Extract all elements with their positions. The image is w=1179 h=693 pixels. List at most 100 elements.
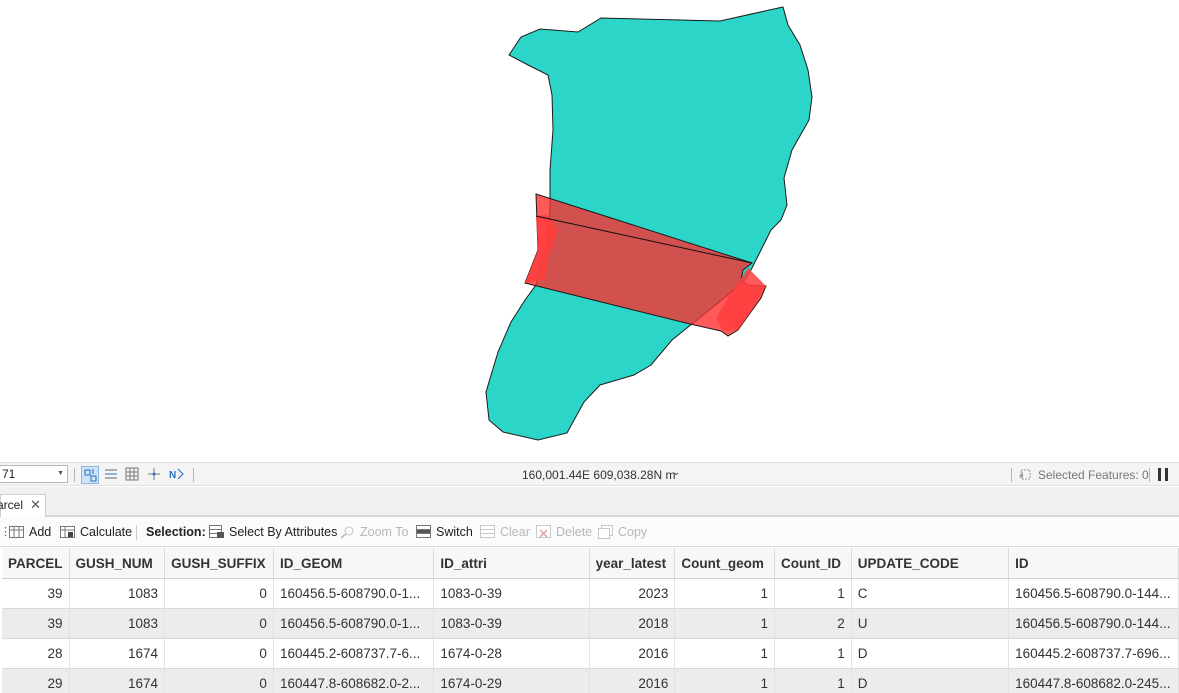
cell-id-geom[interactable]: 160456.5-608790.0-1... [273, 608, 435, 639]
calculate-field-button[interactable]: Calculate [60, 524, 132, 540]
column-header-count-geom[interactable]: Count_geom [674, 548, 776, 579]
cell-update-code[interactable]: C [851, 578, 1010, 609]
coordinates-readout: 160,001.44E 609,038.28N m [522, 468, 676, 482]
clear-selection-button[interactable]: Clear [480, 524, 530, 540]
cell-id[interactable]: 160456.5-608790.0-144... [1008, 608, 1179, 639]
zoom-to-button[interactable]: Zoom To [340, 524, 408, 540]
tab-label: arcel [0, 498, 24, 512]
table-row[interactable]: 39 1083 0 160456.5-608790.0-1... 1083-0-… [2, 578, 1179, 609]
cell-count-id[interactable]: 1 [774, 668, 852, 693]
scale-combobox[interactable]: 71 ▼ [0, 465, 68, 483]
zoom-to-label: Zoom To [360, 525, 409, 539]
cell-year-latest[interactable]: 2023 [589, 578, 676, 609]
selected-features-icon[interactable] [1017, 466, 1035, 484]
cell-parcel[interactable]: 39 [2, 578, 70, 609]
separator [1149, 468, 1150, 482]
cell-year-latest[interactable]: 2018 [589, 608, 676, 639]
cell-gush-num[interactable]: 1083 [69, 608, 166, 639]
cell-count-id[interactable]: 2 [774, 608, 852, 639]
cell-parcel[interactable]: 28 [2, 638, 70, 669]
select-by-attributes-icon [209, 525, 225, 539]
cell-count-geom[interactable]: 1 [674, 578, 776, 609]
attribute-grid: PARCEL GUSH_NUM GUSH_SUFFIX ID_GEOM ID_a… [2, 548, 1179, 693]
separator [1011, 468, 1012, 482]
switch-label: Switch [436, 525, 473, 539]
column-header-update-code[interactable]: UPDATE_CODE [851, 548, 1010, 579]
parcel-polygon-teal [485, 6, 813, 441]
cell-count-id[interactable]: 1 [774, 578, 852, 609]
cell-count-geom[interactable]: 1 [674, 638, 776, 669]
cell-id-geom[interactable]: 160445.2-608737.7-6... [273, 638, 435, 669]
clear-label: Clear [500, 525, 530, 539]
dropdown-arrow-icon[interactable]: ▼ [57, 466, 64, 482]
chevron-down-icon[interactable]: ⌄ [672, 467, 680, 478]
table-row[interactable]: 28 1674 0 160445.2-608737.7-6... 1674-0-… [2, 638, 1179, 669]
crosshair-icon[interactable] [146, 466, 164, 484]
column-header-parcel[interactable]: PARCEL [2, 548, 70, 579]
pause-drawing-button[interactable] [1158, 468, 1169, 481]
copy-label: Copy [618, 525, 648, 539]
cell-parcel[interactable]: 29 [2, 668, 70, 693]
cell-update-code[interactable]: U [851, 608, 1010, 639]
cell-id-geom[interactable]: 160447.8-608682.0-2... [273, 668, 435, 693]
calculate-icon [60, 525, 76, 539]
cell-id[interactable]: 160447.8-608682.0-245... [1008, 668, 1179, 693]
switch-icon [416, 525, 432, 539]
copy-button[interactable]: Copy [598, 524, 647, 540]
cell-id[interactable]: 160445.2-608737.7-696... [1008, 638, 1179, 669]
map-view[interactable] [0, 0, 1179, 462]
column-header-year-latest[interactable]: year_latest [589, 548, 676, 579]
column-header-id-attri[interactable]: ID_attri [433, 548, 590, 579]
add-field-button[interactable]: Add [9, 524, 51, 540]
switch-selection-button[interactable]: Switch [416, 524, 473, 540]
select-by-attributes-label: Select By Attributes [229, 525, 338, 539]
cell-parcel[interactable]: 39 [2, 608, 70, 639]
column-header-count-id[interactable]: Count_ID [774, 548, 852, 579]
column-header-id-geom[interactable]: ID_GEOM [273, 548, 435, 579]
selection-label: Selection: [146, 525, 206, 539]
cell-year-latest[interactable]: 2016 [589, 638, 676, 669]
cell-gush-num[interactable]: 1674 [69, 638, 166, 669]
cell-gush-suffix[interactable]: 0 [164, 638, 274, 669]
cell-count-geom[interactable]: 1 [674, 608, 776, 639]
add-field-icon [9, 525, 25, 539]
constraints-icon[interactable] [103, 466, 121, 484]
table-row[interactable]: 39 1083 0 160456.5-608790.0-1... 1083-0-… [2, 608, 1179, 639]
cell-gush-num[interactable]: 1083 [69, 578, 166, 609]
cell-id-attri[interactable]: 1674-0-28 [433, 638, 590, 669]
tab-parcel-table[interactable]: arcel ✕ [0, 494, 46, 517]
cell-gush-suffix[interactable]: 0 [164, 668, 274, 693]
north-arrow-icon[interactable]: N [168, 466, 186, 484]
cell-count-id[interactable]: 1 [774, 638, 852, 669]
cell-id[interactable]: 160456.5-608790.0-144... [1008, 578, 1179, 609]
attribute-table-toolbar: ⋮ Add Calculate Selection: Select By Att… [0, 517, 1179, 547]
table-row[interactable]: 29 1674 0 160447.8-608682.0-2... 1674-0-… [2, 668, 1179, 693]
cell-gush-num[interactable]: 1674 [69, 668, 166, 693]
svg-text:N: N [169, 470, 176, 481]
selected-features-count: Selected Features: 0 [1038, 468, 1149, 482]
select-by-attributes-button[interactable]: Select By Attributes [209, 524, 337, 540]
cell-count-geom[interactable]: 1 [674, 668, 776, 693]
attribute-table: PARCEL GUSH_NUM GUSH_SUFFIX ID_GEOM ID_a… [0, 548, 1179, 693]
snapping-grid-icon[interactable] [81, 466, 99, 484]
delete-button[interactable]: Delete [536, 524, 592, 540]
cell-update-code[interactable]: D [851, 668, 1010, 693]
column-header-gush-num[interactable]: GUSH_NUM [69, 548, 166, 579]
zoom-to-icon [340, 525, 356, 539]
cell-year-latest[interactable]: 2016 [589, 668, 676, 693]
separator [74, 468, 75, 482]
close-icon[interactable]: ✕ [30, 495, 41, 515]
grid-icon[interactable] [124, 466, 142, 484]
column-header-id[interactable]: ID [1008, 548, 1179, 579]
cell-gush-suffix[interactable]: 0 [164, 608, 274, 639]
cell-id-attri[interactable]: 1083-0-39 [433, 578, 590, 609]
cell-id-attri[interactable]: 1674-0-29 [433, 668, 590, 693]
column-header-gush-suffix[interactable]: GUSH_SUFFIX [164, 548, 274, 579]
header-row: PARCEL GUSH_NUM GUSH_SUFFIX ID_GEOM ID_a… [2, 548, 1179, 579]
cell-gush-suffix[interactable]: 0 [164, 578, 274, 609]
cell-id-attri[interactable]: 1083-0-39 [433, 608, 590, 639]
cell-update-code[interactable]: D [851, 638, 1010, 669]
delete-icon [536, 525, 552, 539]
cell-id-geom[interactable]: 160456.5-608790.0-1... [273, 578, 435, 609]
add-label: Add [29, 525, 52, 539]
